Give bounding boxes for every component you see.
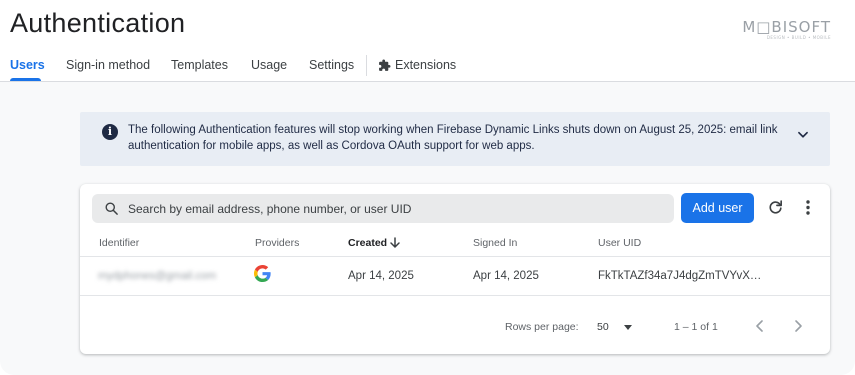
tab-extensions[interactable]: Extensions (395, 58, 456, 72)
previous-page-icon[interactable] (752, 318, 768, 334)
tab-settings[interactable]: Settings (309, 58, 354, 72)
banner-message: The following Authentication features wi… (128, 124, 778, 152)
table-divider (80, 295, 830, 296)
created-date: Apr 14, 2025 (348, 270, 414, 282)
search-icon (105, 202, 118, 215)
tab-users[interactable]: Users (10, 58, 45, 72)
logo-text: M□BISOFT (742, 18, 831, 36)
active-tab-indicator (10, 78, 41, 81)
deprecation-banner: i The following Authentication features … (80, 112, 830, 166)
rows-per-page-select[interactable]: 50 (596, 318, 636, 336)
column-header-user-uid[interactable]: User UID (598, 237, 641, 249)
app-frame: Authentication M□BISOFT DESIGN • BUILD •… (0, 0, 855, 375)
tab-bar: Users Sign-in method Templates Usage Set… (0, 52, 855, 82)
search-bar (92, 194, 674, 223)
dropdown-arrow-icon (624, 325, 632, 330)
extension-puzzle-icon (379, 59, 391, 71)
users-card: Add user Identifier Providers Created Si… (80, 184, 830, 354)
more-options-icon[interactable] (801, 199, 815, 216)
tab-sign-in-method[interactable]: Sign-in method (66, 58, 150, 72)
google-icon (254, 265, 271, 282)
rows-per-page-value: 50 (597, 321, 609, 333)
user-uid: FkTkTAZf34a7J4dgZmTVYvX… (598, 270, 762, 282)
column-header-signed-in[interactable]: Signed In (473, 237, 517, 249)
next-page-icon[interactable] (790, 318, 806, 334)
tab-usage[interactable]: Usage (251, 58, 287, 72)
pagination-range: 1 – 1 of 1 (674, 321, 718, 333)
tab-templates[interactable]: Templates (171, 58, 228, 72)
refresh-icon[interactable] (767, 199, 784, 216)
page-header: Authentication M□BISOFT DESIGN • BUILD •… (0, 0, 855, 82)
main-content: i The following Authentication features … (0, 82, 855, 375)
page-title: Authentication (10, 8, 186, 38)
company-logo: M□BISOFT DESIGN • BUILD • MOBILE (742, 18, 831, 40)
search-input[interactable] (128, 194, 658, 223)
add-user-button[interactable]: Add user (681, 193, 754, 223)
rows-per-page-label: Rows per page: (505, 321, 579, 333)
chevron-down-icon[interactable] (796, 128, 810, 142)
column-header-identifier[interactable]: Identifier (99, 237, 139, 249)
logo-tagline: DESIGN • BUILD • MOBILE (766, 35, 831, 40)
table-divider (80, 256, 830, 257)
user-identifier: mydphones@gmail.com (98, 270, 217, 282)
column-header-created[interactable]: Created (348, 237, 387, 249)
column-header-providers[interactable]: Providers (255, 237, 299, 249)
signed-in-date: Apr 14, 2025 (473, 270, 539, 282)
sort-descending-icon[interactable] (389, 237, 401, 249)
info-icon: i (102, 124, 118, 140)
tab-divider (366, 55, 367, 76)
